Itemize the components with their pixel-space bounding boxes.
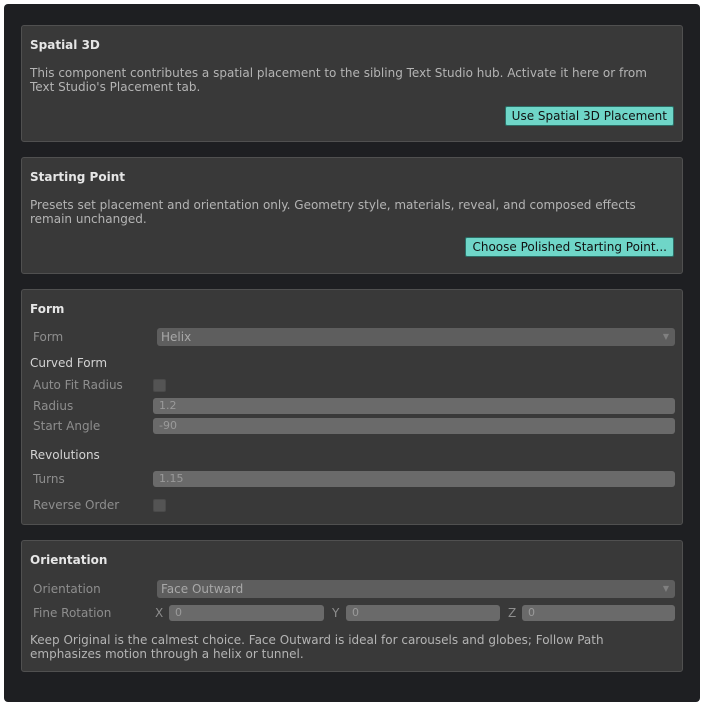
chevron-down-icon: ▼ [662,332,669,341]
fine-rotation-label: Fine Rotation [33,606,112,620]
turns-label: Turns [33,472,65,486]
auto-fit-radius-checkbox[interactable] [153,379,166,392]
section-title: Spatial 3D [30,38,100,52]
curved-form-header: Curved Form [30,356,108,370]
section-title: Form [30,302,65,316]
section-title: Starting Point [30,170,125,184]
use-spatial-placement-button[interactable]: Use Spatial 3D Placement [504,106,674,126]
start-angle-field[interactable]: -90 [153,418,675,434]
inspector-window: Spatial 3D This component contributes a … [4,4,700,702]
turns-field[interactable]: 1.15 [153,471,675,487]
revolutions-header: Revolutions [30,448,100,462]
choose-starting-point-button[interactable]: Choose Polished Starting Point... [465,237,674,257]
form-label: Form [33,330,64,344]
chevron-down-icon: ▼ [662,584,669,593]
orientation-label: Orientation [33,582,101,596]
orientation-dropdown-value: Face Outward [161,582,244,596]
orientation-section: Orientation Orientation Face Outward ▼ F… [21,540,683,672]
radius-label: Radius [33,399,74,413]
starting-point-section: Starting Point Presets set placement and… [21,157,683,274]
spatial-3d-section: Spatial 3D This component contributes a … [21,25,683,142]
rotation-y-field[interactable]: 0 [346,605,500,621]
section-description: This component contributes a spatial pla… [30,66,647,94]
orientation-dropdown[interactable]: Face Outward ▼ [157,580,675,598]
orientation-note: Keep Original is the calmest choice. Fac… [30,633,604,661]
form-section: Form Form Helix ▼ Curved Form Auto Fit R… [21,289,683,525]
rotation-x-field[interactable]: 0 [169,605,324,621]
rotation-z-field[interactable]: 0 [522,605,675,621]
form-dropdown[interactable]: Helix ▼ [157,328,675,346]
form-dropdown-value: Helix [161,330,192,344]
z-axis-label: Z [508,606,517,620]
x-axis-label: X [155,606,164,620]
reverse-order-label: Reverse Order [33,498,120,512]
radius-field[interactable]: 1.2 [153,398,675,414]
y-axis-label: Y [332,606,340,620]
reverse-order-checkbox[interactable] [153,499,166,512]
auto-fit-radius-label: Auto Fit Radius [33,378,123,392]
start-angle-label: Start Angle [33,419,101,433]
section-title: Orientation [30,553,108,567]
section-description: Presets set placement and orientation on… [30,198,636,226]
